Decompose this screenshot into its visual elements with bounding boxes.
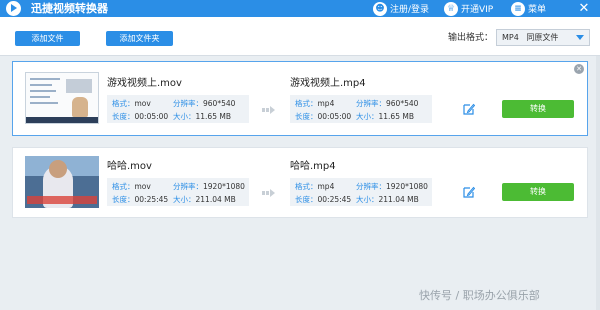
source-format: mov <box>134 182 151 191</box>
scrollbar[interactable] <box>596 56 600 310</box>
login-button[interactable]: ☻ 注册/登录 <box>373 0 429 17</box>
source-file-name: 游戏视频上.mov <box>107 78 182 89</box>
size-label: 大小： <box>173 112 196 121</box>
chevron-down-icon <box>576 35 584 40</box>
add-folder-button[interactable]: 添加文件夹 <box>106 31 173 46</box>
menu-icon: ≡ <box>511 1 525 16</box>
target-resolution: 1920*1080 <box>386 182 428 191</box>
vip-crown-icon: ♕ <box>444 1 458 16</box>
source-size: 11.65 MB <box>195 112 231 121</box>
output-format-label: 输出格式： <box>448 33 494 43</box>
duration-label: 长度： <box>295 112 318 121</box>
target-size: 11.65 MB <box>378 112 414 121</box>
duration-label: 长度： <box>112 195 135 204</box>
user-icon: ☻ <box>373 1 387 16</box>
output-format-select[interactable]: MP4 同原文件 <box>496 29 590 46</box>
menu-label: 菜单 <box>528 5 547 15</box>
output-format-detail: 同原文件 <box>526 33 559 42</box>
format-label: 格式： <box>295 182 318 191</box>
app-logo-icon <box>6 1 21 16</box>
vip-label: 开通VIP <box>461 5 494 15</box>
target-file-name: 游戏视频上.mp4 <box>290 78 366 89</box>
duration-label: 长度： <box>112 112 135 121</box>
target-format: mp4 <box>317 182 335 191</box>
video-thumbnail <box>25 72 99 124</box>
watermark: 快传号 / 职场办公俱乐部 <box>419 289 540 302</box>
resolution-label: 分辨率： <box>356 182 386 191</box>
source-info: 格式：mov 分辨率：1920*1080 长度：00:25:45 大小：211.… <box>107 178 249 206</box>
target-duration: 00:05:00 <box>317 112 352 121</box>
target-duration: 00:25:45 <box>317 195 352 204</box>
edit-icon[interactable] <box>463 186 475 198</box>
format-label: 格式： <box>112 99 135 108</box>
file-row[interactable]: ✕ 游戏视频上.mov 格式：mov 分辨率：960*540 长度：00:05:… <box>12 61 588 136</box>
format-label: 格式： <box>112 182 135 191</box>
size-label: 大小： <box>356 112 379 121</box>
source-file-name: 哈哈.mov <box>107 161 152 172</box>
format-label: 格式： <box>295 99 318 108</box>
size-label: 大小： <box>356 195 379 204</box>
file-row[interactable]: 哈哈.mov 格式：mov 分辨率：1920*1080 长度：00:25:45 … <box>12 147 588 218</box>
source-size: 211.04 MB <box>195 195 236 204</box>
source-info: 格式：mov 分辨率：960*540 长度：00:05:00 大小：11.65 … <box>107 95 249 123</box>
toolbar: 添加文件 添加文件夹 输出格式： MP4 同原文件 <box>0 17 600 56</box>
edit-icon[interactable] <box>463 103 475 115</box>
title-bar: 迅捷视频转换器 ☻ 注册/登录 ♕ 开通VIP ≡ 菜单 ✕ <box>0 0 600 17</box>
login-label: 注册/登录 <box>390 5 430 15</box>
source-format: mov <box>134 99 151 108</box>
resolution-label: 分辨率： <box>173 99 203 108</box>
target-format: mp4 <box>317 99 335 108</box>
source-resolution: 960*540 <box>203 99 236 108</box>
size-label: 大小： <box>173 195 196 204</box>
resolution-label: 分辨率： <box>356 99 386 108</box>
target-file-name: 哈哈.mp4 <box>290 161 336 172</box>
menu-button[interactable]: ≡ 菜单 <box>511 0 546 17</box>
output-format-value: MP4 <box>502 33 519 42</box>
vip-button[interactable]: ♕ 开通VIP <box>444 0 493 17</box>
duration-label: 长度： <box>295 195 318 204</box>
convert-arrow-icon <box>262 105 278 114</box>
resolution-label: 分辨率： <box>173 182 203 191</box>
source-duration: 00:05:00 <box>134 112 169 121</box>
convert-button[interactable]: 转换 <box>502 183 574 201</box>
target-info: 格式：mp4 分辨率：1920*1080 长度：00:25:45 大小：211.… <box>290 178 432 206</box>
convert-button[interactable]: 转换 <box>502 100 574 118</box>
target-resolution: 960*540 <box>386 99 419 108</box>
close-window-icon[interactable]: ✕ <box>573 0 595 17</box>
source-resolution: 1920*1080 <box>203 182 245 191</box>
video-thumbnail <box>25 156 99 208</box>
target-info: 格式：mp4 分辨率：960*540 长度：00:05:00 大小：11.65 … <box>290 95 432 123</box>
app-title: 迅捷视频转换器 <box>31 2 108 15</box>
convert-arrow-icon <box>262 188 278 197</box>
remove-file-icon[interactable]: ✕ <box>574 64 584 74</box>
source-duration: 00:25:45 <box>134 195 169 204</box>
target-size: 211.04 MB <box>378 195 419 204</box>
add-file-button[interactable]: 添加文件 <box>15 31 80 46</box>
